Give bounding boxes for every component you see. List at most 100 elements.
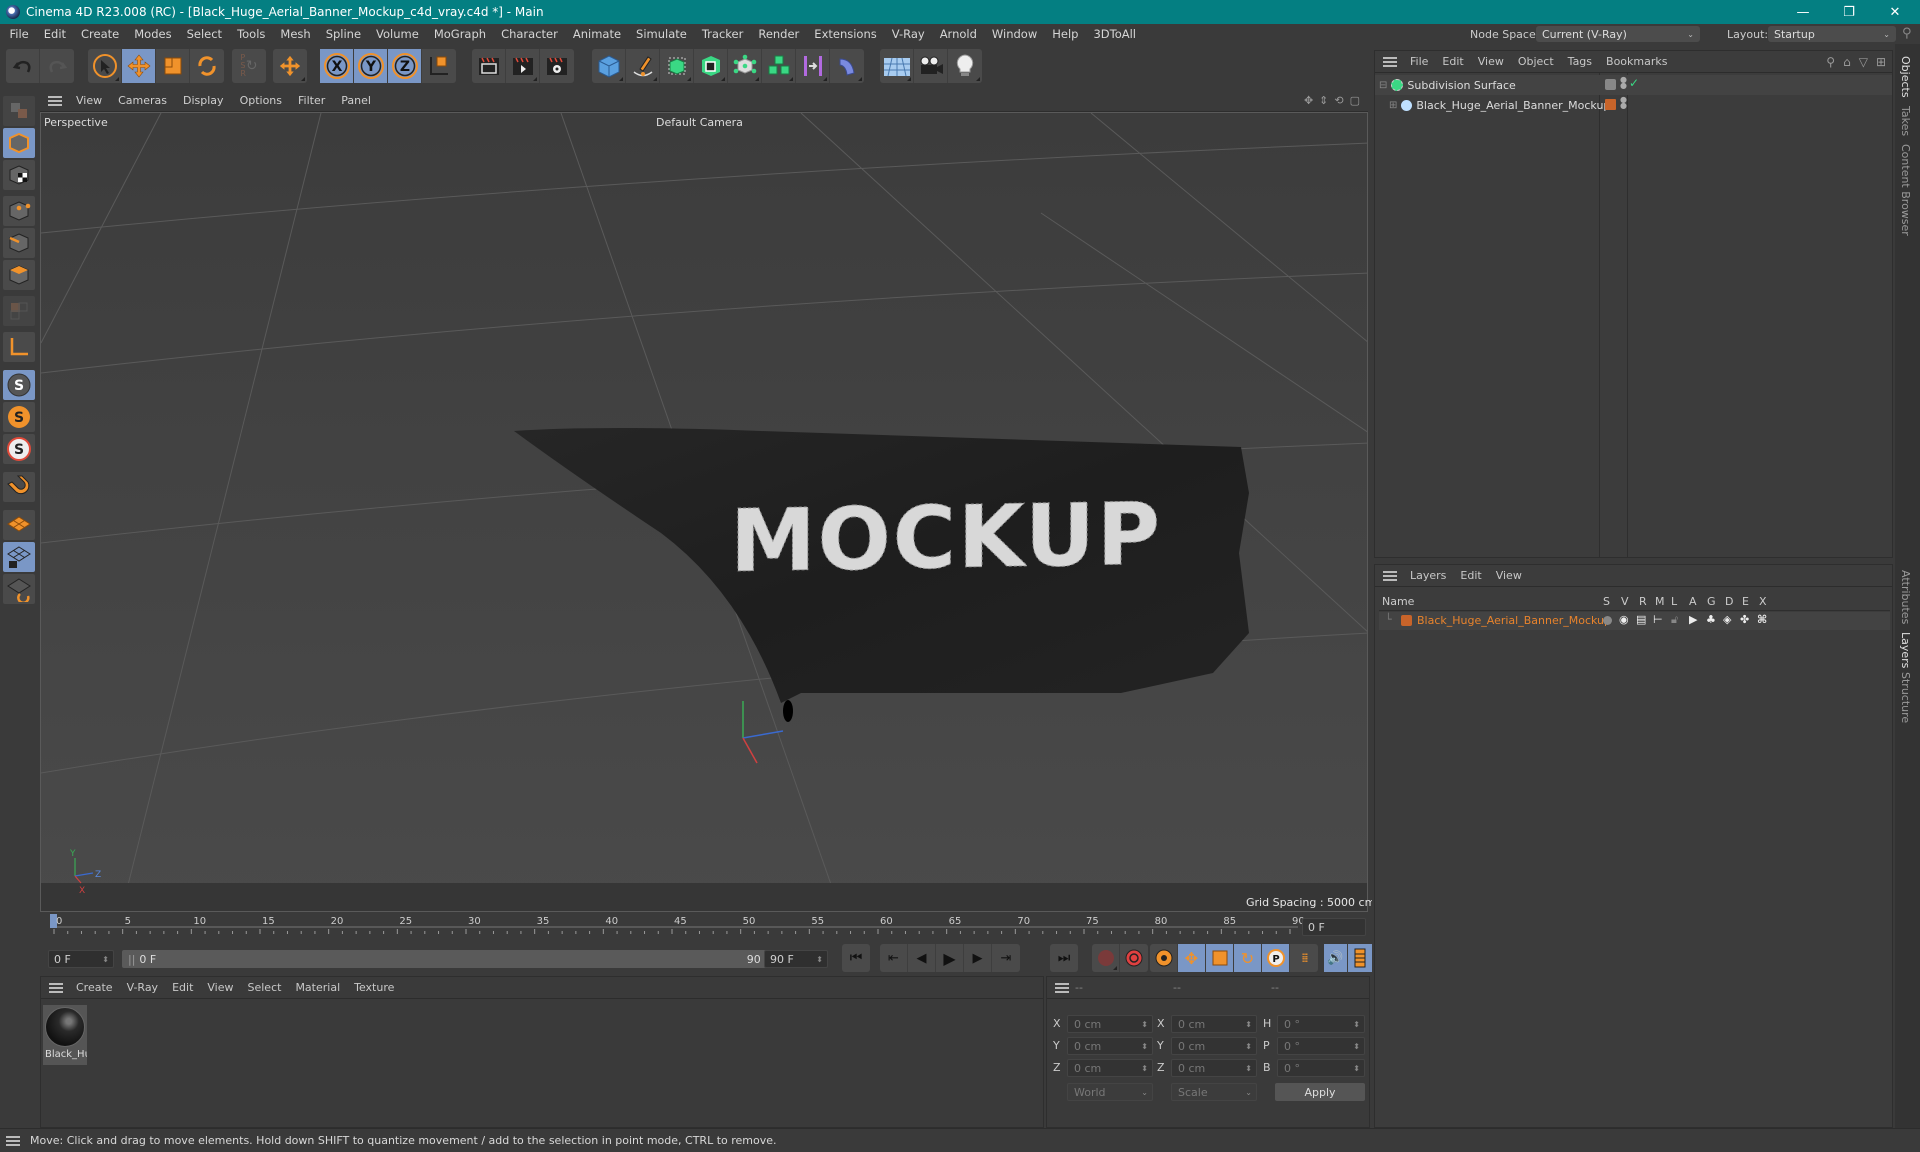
- scale-icon[interactable]: [156, 49, 190, 83]
- magnet-icon[interactable]: [3, 472, 35, 502]
- rot-h-field[interactable]: 0 ° ⬍: [1277, 1015, 1365, 1033]
- move-icon[interactable]: [122, 49, 156, 83]
- search-icon[interactable]: ⚲: [1902, 26, 1912, 41]
- start-frame-field[interactable]: 0 F ⬍: [48, 950, 114, 968]
- viewport-menu-filter[interactable]: Filter: [290, 94, 333, 107]
- prev-frame-icon[interactable]: ◀: [908, 944, 936, 972]
- material-menu-texture[interactable]: Texture: [347, 981, 401, 994]
- transform-mode-dropdown[interactable]: Scale ⌄: [1171, 1083, 1257, 1101]
- current-frame-field[interactable]: 0 F: [1302, 918, 1366, 936]
- render-settings-icon[interactable]: [540, 49, 574, 83]
- 3d-viewport[interactable]: MOCKUP Y Z X: [40, 112, 1368, 912]
- object-menu-bookmarks[interactable]: Bookmarks: [1599, 55, 1674, 68]
- key-pla-icon[interactable]: ⁞⁞⁞: [1290, 944, 1318, 972]
- xref-icon[interactable]: ⌘: [1757, 613, 1767, 626]
- new-view-icon[interactable]: ⊞: [1876, 55, 1886, 69]
- snap-workplane-icon[interactable]: S: [3, 434, 35, 464]
- menu-animate[interactable]: Animate: [565, 27, 628, 41]
- go-to-end-icon[interactable]: ⏭: [1050, 944, 1078, 972]
- texture-mode-icon[interactable]: [3, 160, 35, 190]
- restore-button[interactable]: ❐: [1826, 0, 1872, 24]
- column-name[interactable]: Name: [1382, 595, 1414, 608]
- world-axis-move-icon[interactable]: [273, 49, 307, 83]
- next-frame-icon[interactable]: ▶: [964, 944, 992, 972]
- column-view[interactable]: V: [1621, 595, 1629, 608]
- material-menu-vray[interactable]: V-Ray: [120, 981, 166, 994]
- node-space-dropdown[interactable]: Current (V-Ray) ⌄: [1536, 26, 1700, 42]
- material-menu-select[interactable]: Select: [241, 981, 289, 994]
- subdivision-icon[interactable]: [660, 49, 694, 83]
- prev-key-icon[interactable]: ⇤: [880, 944, 908, 972]
- redo-icon[interactable]: [40, 49, 74, 83]
- cube-icon[interactable]: [592, 49, 626, 83]
- psr-lock-icon[interactable]: P S R ↻: [232, 49, 266, 83]
- material-menu-material[interactable]: Material: [288, 981, 347, 994]
- collapse-icon[interactable]: ⊟: [1375, 80, 1387, 91]
- make-editable-icon[interactable]: [3, 96, 35, 126]
- select-arrow-icon[interactable]: [88, 49, 122, 83]
- viewport-menu-display[interactable]: Display: [175, 94, 232, 107]
- column-solo[interactable]: S: [1603, 595, 1610, 608]
- minimize-button[interactable]: —: [1780, 0, 1826, 24]
- hamburger-icon[interactable]: [1383, 56, 1397, 67]
- viewport-menu-view[interactable]: View: [68, 94, 110, 107]
- menu-render[interactable]: Render: [751, 27, 807, 41]
- close-button[interactable]: ✕: [1872, 0, 1918, 24]
- floor-icon[interactable]: [880, 49, 914, 83]
- model-mode-icon[interactable]: [3, 128, 35, 158]
- menu-arnold[interactable]: Arnold: [932, 27, 984, 41]
- hamburger-icon[interactable]: [49, 982, 63, 993]
- viewport-menu-options[interactable]: Options: [232, 94, 290, 107]
- layer-color-swatch[interactable]: [1401, 615, 1412, 626]
- workplane-lock-icon[interactable]: [3, 542, 35, 572]
- key-rotation-icon[interactable]: ↻: [1234, 944, 1262, 972]
- menu-edit[interactable]: Edit: [36, 27, 73, 41]
- key-scale-icon[interactable]: [1206, 944, 1234, 972]
- visibility-dots-icon[interactable]: ● ●: [1620, 96, 1627, 110]
- pos-x-field[interactable]: 0 cm ⬍: [1067, 1015, 1153, 1033]
- enabled-check-icon[interactable]: ✓: [1629, 76, 1639, 90]
- menu-mesh[interactable]: Mesh: [273, 27, 318, 41]
- column-animation[interactable]: A: [1689, 595, 1697, 608]
- deformer-icon[interactable]: ◈: [1723, 613, 1731, 626]
- tab-objects[interactable]: Objects: [1899, 56, 1912, 98]
- object-menu-object[interactable]: Object: [1511, 55, 1561, 68]
- deformer-bend-icon[interactable]: [796, 49, 830, 83]
- hamburger-icon[interactable]: [6, 1135, 20, 1146]
- go-to-start-icon[interactable]: ⏮: [842, 944, 870, 972]
- y-axis-icon[interactable]: Y: [354, 49, 388, 83]
- generator-icon[interactable]: ♣: [1706, 613, 1716, 626]
- layer-color-icon[interactable]: [1605, 99, 1616, 110]
- timeline-ruler[interactable]: 0 5 10 15 20 25 30 35 40 45 50 55 60 65 70 75 80 85 90 0 F: [40, 912, 1368, 942]
- z-axis-icon[interactable]: Z: [388, 49, 422, 83]
- layer-menu-view[interactable]: View: [1489, 569, 1529, 582]
- manager-tree-icon[interactable]: ⊢: [1653, 613, 1663, 626]
- field-icon[interactable]: [830, 49, 864, 83]
- column-generators[interactable]: G: [1707, 595, 1716, 608]
- filter-icon[interactable]: ▽: [1859, 55, 1868, 69]
- menu-help[interactable]: Help: [1045, 27, 1086, 41]
- menu-extensions[interactable]: Extensions: [807, 27, 884, 41]
- column-deformers[interactable]: D: [1725, 595, 1733, 608]
- viewport-menu-panel[interactable]: Panel: [333, 94, 379, 107]
- point-mode-icon[interactable]: [3, 196, 35, 226]
- menu-3dtoall[interactable]: 3DToAll: [1086, 27, 1144, 41]
- animation-play-icon[interactable]: ▶: [1689, 613, 1697, 626]
- rot-p-field[interactable]: 0 ° ⬍: [1277, 1037, 1365, 1055]
- menu-window[interactable]: Window: [984, 27, 1044, 41]
- snap-settings-icon[interactable]: S: [3, 402, 35, 432]
- end-frame-field[interactable]: 90 F ⬍: [764, 950, 828, 968]
- render-view-icon[interactable]: [472, 49, 506, 83]
- material-menu-create[interactable]: Create: [69, 981, 120, 994]
- hamburger-icon[interactable]: [1055, 982, 1069, 993]
- cloner-cubes-icon[interactable]: [762, 49, 796, 83]
- object-row[interactable]: ⊞ Black_Huge_Aerial_Banner_Mockup ● ●: [1375, 95, 1892, 115]
- record-keys-icon[interactable]: [1092, 944, 1120, 972]
- menu-tools[interactable]: Tools: [230, 27, 273, 41]
- layout-dropdown[interactable]: Startup ⌄: [1768, 26, 1896, 42]
- workplane-icon[interactable]: [3, 510, 35, 540]
- axis-icon[interactable]: [3, 332, 35, 362]
- menu-file[interactable]: File: [2, 27, 36, 41]
- next-key-icon[interactable]: ⇥: [992, 944, 1020, 972]
- object-menu-file[interactable]: File: [1403, 55, 1435, 68]
